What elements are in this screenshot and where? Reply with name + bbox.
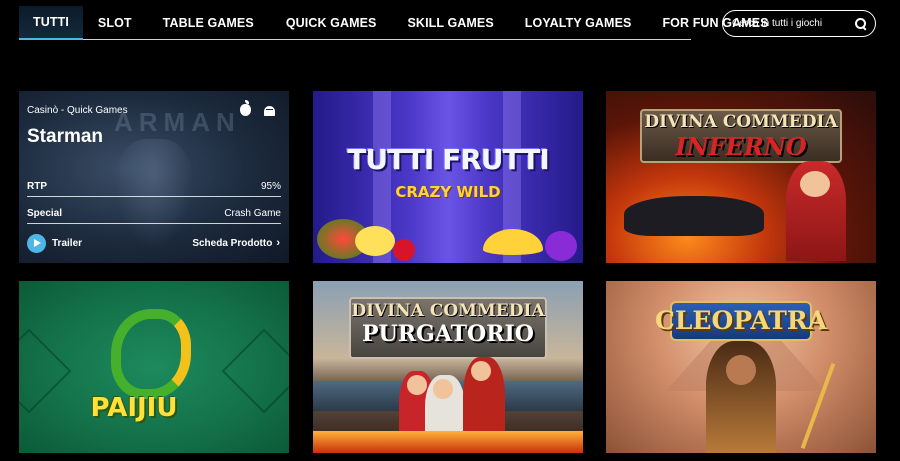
game-card-paijiu[interactable]: PAIJIU xyxy=(19,281,289,453)
cleopatra-art xyxy=(706,341,776,453)
game-logo-title: PAIJIU xyxy=(90,393,178,423)
lemon-art xyxy=(355,226,395,256)
info-row-key: Special xyxy=(27,208,63,219)
game-logo-title: CLEOPATRA xyxy=(654,306,828,335)
game-card-divina-commedia-purgatorio[interactable]: DIVINA COMMEDIA PURGATORIO xyxy=(313,281,583,453)
dante-art xyxy=(786,161,846,261)
info-row-key: RTP xyxy=(27,181,47,192)
product-sheet-label: Scheda Prodotto xyxy=(192,237,273,249)
game-card-cleopatra[interactable]: CLEOPATRA xyxy=(606,281,876,453)
game-logo-subtitle: CRAZY WILD xyxy=(395,183,501,201)
character-face xyxy=(407,375,427,395)
info-row-special: Special Crash Game xyxy=(27,208,281,224)
search-box xyxy=(722,10,876,37)
game-logo-subtitle: PURGATORIO xyxy=(362,321,534,347)
search-icon[interactable] xyxy=(855,17,867,30)
tab-quick-games[interactable]: QUICK GAMES xyxy=(286,6,377,40)
dragon-art xyxy=(111,309,191,399)
tab-loyalty-games[interactable]: LOYALTY GAMES xyxy=(525,6,632,40)
info-row-value: Crash Game xyxy=(224,208,281,219)
game-logo-title: DIVINA COMMEDIA xyxy=(644,112,838,132)
android-icon xyxy=(264,106,275,116)
banana-art xyxy=(483,229,543,255)
product-sheet-link[interactable]: Scheda Prodotto › xyxy=(192,237,280,249)
category-tabs: TUTTI SLOT TABLE GAMES QUICK GAMES SKILL… xyxy=(19,5,769,40)
game-logo-subtitle: INFERNO xyxy=(675,132,807,161)
play-icon xyxy=(27,234,46,253)
trailer-button[interactable]: Trailer xyxy=(27,234,82,253)
character-face xyxy=(433,379,453,399)
game-card-starman[interactable]: ARMAN Casinò - Quick Games Starman RTP 9… xyxy=(19,91,289,263)
cerberus-art xyxy=(624,196,764,236)
trailer-label: Trailer xyxy=(52,238,83,249)
game-card-tutti-frutti[interactable]: TUTTI FRUTTI CRAZY WILD xyxy=(313,91,583,263)
background-title-art: ARMAN xyxy=(114,107,241,137)
game-logo-title: TUTTI FRUTTI xyxy=(347,143,550,176)
tab-tutti[interactable]: TUTTI xyxy=(19,5,83,40)
search-input[interactable] xyxy=(732,18,850,29)
apple-icon xyxy=(240,100,251,116)
character-face xyxy=(471,361,491,381)
tab-table-games[interactable]: TABLE GAMES xyxy=(163,6,254,40)
game-title: Starman xyxy=(27,126,104,147)
info-row-value: 95% xyxy=(260,181,281,192)
info-row-rtp: RTP 95% xyxy=(27,181,281,197)
tab-slot[interactable]: SLOT xyxy=(98,6,132,40)
game-category: Casinò - Quick Games xyxy=(27,105,128,116)
cleopatra-face xyxy=(726,355,756,385)
fire-art xyxy=(313,431,583,453)
game-logo-title: DIVINA COMMEDIA xyxy=(351,301,545,321)
tab-skill-games[interactable]: SKILL GAMES xyxy=(408,6,494,40)
chevron-right-icon: › xyxy=(276,237,280,249)
game-card-divina-commedia-inferno[interactable]: DIVINA COMMEDIA INFERNO xyxy=(606,91,876,263)
grapes-art xyxy=(545,231,577,261)
cherry-art xyxy=(393,239,415,261)
dante-face xyxy=(800,171,830,197)
